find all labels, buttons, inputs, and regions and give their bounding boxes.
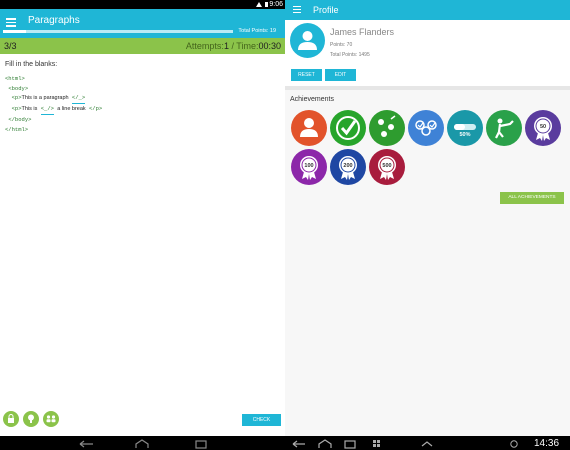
edit-button[interactable]: EDIT: [325, 69, 356, 81]
attempts-time: Attempts:1 / Time:00:30: [186, 41, 281, 51]
recents-icon[interactable]: [195, 440, 207, 449]
page-title: Paragraphs: [28, 15, 80, 26]
user-total-points: Total Points: 1495: [330, 52, 370, 58]
lesson-progress-bar: [3, 30, 233, 33]
question-count: 3/3: [4, 41, 17, 51]
users-icon[interactable]: [369, 110, 405, 146]
lightbulb-icon[interactable]: [23, 411, 39, 427]
all-achievements-button[interactable]: ALL ACHIEVEMENTS: [500, 192, 564, 204]
lock-icon[interactable]: [3, 411, 19, 427]
code-token: </body>: [8, 115, 32, 123]
quiz-screen: 9:06 Paragraphs Total Points: 19 3/3 Att…: [0, 0, 285, 450]
instructions: Fill in the blanks:: [5, 61, 58, 68]
code-token: <body>: [8, 84, 29, 92]
reset-button[interactable]: RESET: [291, 69, 322, 81]
attempts-label: Attempts:: [185, 41, 224, 51]
chevron-up-icon[interactable]: [421, 441, 433, 447]
page-title: Profile: [313, 5, 339, 15]
code-text: This is a paragraph: [21, 95, 69, 102]
ribbon-50-icon[interactable]: 50: [525, 110, 561, 146]
blank-input-2[interactable]: <_/>: [40, 104, 54, 115]
back-icon[interactable]: [292, 440, 305, 448]
code-line: <html>: [5, 74, 102, 84]
achievements-heading: Achievements: [290, 96, 334, 103]
home-icon[interactable]: [318, 439, 332, 448]
user-points: Points: 70: [330, 42, 353, 48]
code-line: <p>This is a paragraph </_>: [5, 93, 102, 105]
back-icon[interactable]: [79, 440, 93, 448]
person-icon[interactable]: [291, 110, 327, 146]
signal-icons: [256, 2, 268, 7]
code-text: This is: [21, 106, 38, 113]
code-token: </p>: [88, 105, 103, 113]
apps-icon[interactable]: [373, 440, 380, 447]
menu-icon[interactable]: [293, 6, 301, 14]
code-token: <p>: [11, 94, 22, 102]
recents-icon[interactable]: [344, 440, 356, 449]
user-name: James Flanders: [330, 27, 395, 37]
arm-wrestle-icon[interactable]: [486, 110, 522, 146]
code-token: <html>: [5, 75, 25, 82]
person-icon: [298, 31, 317, 50]
ribbon-200-icon[interactable]: 200: [330, 149, 366, 185]
blank-input-1[interactable]: </_>: [71, 93, 86, 105]
app-bar: Profile: [285, 0, 570, 20]
home-icon[interactable]: [135, 439, 149, 448]
code-token: </html>: [5, 125, 29, 133]
check-button[interactable]: CHECK: [242, 414, 281, 426]
time-label: Time:: [236, 41, 259, 51]
lesson-progress-fill: [3, 30, 26, 33]
status-time: 9:06: [269, 1, 283, 8]
code-line: </html>: [5, 125, 102, 135]
quiz-status-bar: 3/3 Attempts:1 / Time:00:30: [0, 38, 285, 54]
code-token: <p>: [11, 105, 22, 113]
progress-icon[interactable]: 50%: [447, 110, 483, 146]
badge-label: 200: [343, 163, 352, 169]
system-nav-bar: [0, 436, 285, 450]
avatar[interactable]: [290, 23, 325, 58]
code-line: <body>: [5, 84, 102, 94]
badge-label: 500: [382, 163, 391, 169]
code-text: a line break: [57, 106, 86, 113]
total-points: Total Points: 19: [238, 28, 276, 34]
triple-check-icon[interactable]: [408, 110, 444, 146]
menu-icon[interactable]: [6, 18, 16, 27]
app-bar: Paragraphs Total Points: 19: [0, 9, 285, 38]
checkmark-icon[interactable]: [330, 110, 366, 146]
badge-label: 100: [304, 163, 313, 169]
code-line: <p>This is <_/> a line break </p>: [5, 104, 102, 115]
notification-icons: [510, 440, 518, 448]
profile-card: James Flanders Points: 70 Total Points: …: [285, 20, 570, 86]
users-icon[interactable]: [43, 411, 59, 427]
system-clock: 14:36: [534, 438, 560, 449]
time-value: 00:30: [258, 41, 281, 51]
status-bar: 9:06: [0, 0, 285, 9]
profile-screen: Profile James Flanders Points: 70 Total …: [285, 0, 570, 450]
ribbon-100-icon[interactable]: 100: [291, 149, 327, 185]
system-nav-bar: 14:36: [285, 436, 570, 450]
code-line: </body>: [5, 115, 102, 125]
code-block: <html> <body> <p>This is a paragraph </_…: [5, 74, 102, 134]
ribbon-500-icon[interactable]: 500: [369, 149, 405, 185]
divider: [285, 86, 570, 90]
badge-label: 50%: [459, 132, 470, 138]
badge-label: 50: [540, 124, 546, 130]
